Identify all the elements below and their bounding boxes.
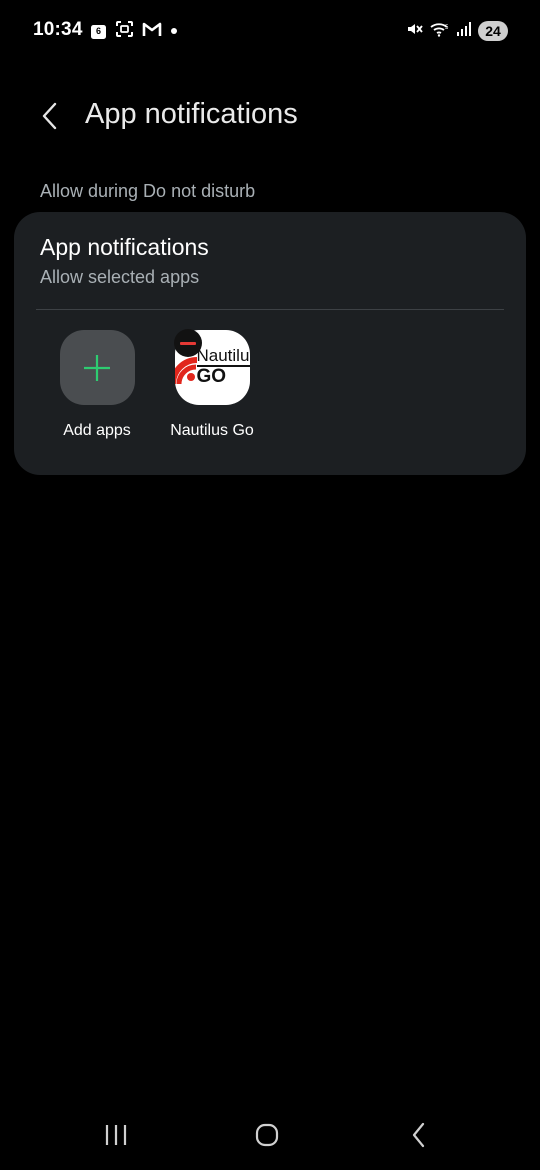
dot-icon	[170, 22, 178, 40]
screenshot-icon	[115, 20, 134, 43]
app-notifications-card: App notifications Allow selected apps Ad…	[14, 212, 526, 475]
svg-text:5: 5	[445, 25, 449, 31]
remove-app-button[interactable]	[174, 329, 202, 357]
wifi-icon: 5	[430, 21, 450, 42]
back-icon	[412, 1122, 425, 1148]
gmail-icon	[142, 21, 162, 42]
status-time: 10:34	[33, 19, 83, 40]
home-button[interactable]	[242, 1115, 292, 1155]
add-apps-tile[interactable]: Add apps	[42, 330, 152, 440]
mute-icon	[406, 20, 424, 43]
back-button[interactable]	[28, 94, 72, 138]
calendar-badge: 6	[95, 25, 101, 36]
divider	[36, 309, 504, 310]
notification-icons: 6	[90, 20, 178, 43]
app-bar: App notifications	[0, 88, 540, 148]
recents-button[interactable]	[91, 1115, 141, 1155]
card-title[interactable]: App notifications	[40, 234, 209, 261]
signal-icon	[456, 21, 472, 42]
recents-icon	[105, 1125, 127, 1145]
minus-icon	[180, 341, 196, 345]
nautilus-go-label: Nautilus Go	[170, 422, 254, 439]
add-apps-button[interactable]	[59, 330, 135, 405]
nautilus-logo-top-text: Nautilu	[196, 346, 250, 365]
back-arrow-icon	[42, 102, 57, 130]
home-icon	[255, 1123, 279, 1147]
nav-back-button[interactable]	[394, 1115, 444, 1155]
plus-icon	[84, 354, 110, 381]
calendar-icon: 6	[90, 23, 107, 40]
card-subtitle: Allow selected apps	[40, 267, 200, 287]
navigation-bar	[0, 1105, 540, 1165]
system-icons: 5 24	[406, 20, 508, 42]
add-apps-label: Add apps	[63, 422, 131, 439]
status-bar: 10:34 6 5 24	[0, 0, 540, 62]
section-label: Allow during Do not disturb	[40, 181, 256, 201]
nautilus-logo-bottom-text: GO	[196, 366, 227, 387]
battery-icon: 24	[478, 21, 508, 41]
page-title: App notifications	[85, 98, 298, 130]
